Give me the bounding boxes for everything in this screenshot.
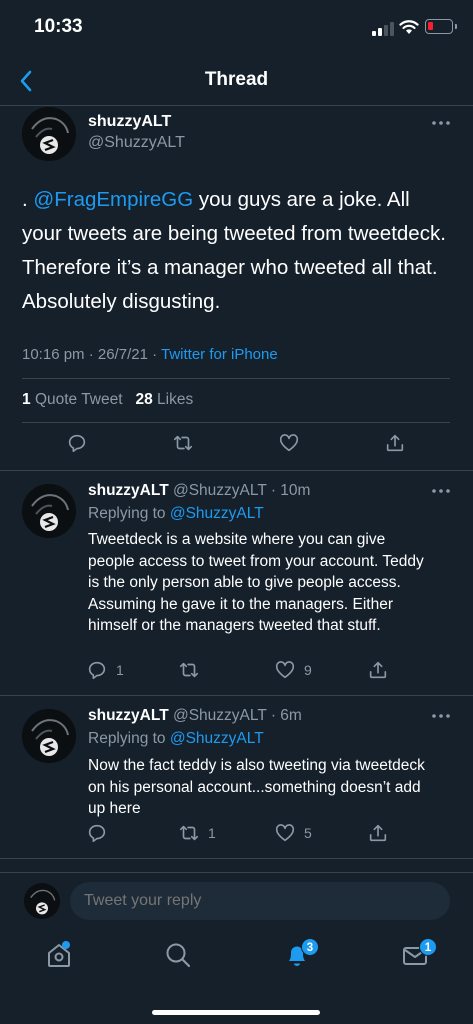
avatar (24, 883, 60, 919)
thread-header: Thread (0, 56, 473, 106)
likes-link[interactable]: 28 Likes (135, 391, 193, 408)
avatar[interactable] (22, 484, 76, 538)
retweet-count: 1 (208, 825, 216, 841)
home-indicator (152, 1010, 320, 1015)
like-button[interactable] (278, 432, 300, 454)
share-button[interactable] (367, 822, 389, 844)
like-count: 5 (304, 825, 312, 841)
more-icon[interactable] (431, 120, 451, 126)
likes-label: Likes (157, 391, 194, 408)
retweet-icon (179, 662, 199, 678)
messages-badge: 1 (419, 938, 437, 956)
replying-to: Replying to @ShuzzyALT (88, 505, 264, 523)
divider (0, 470, 473, 471)
avatar[interactable] (22, 709, 76, 763)
status-time: 10:33 (34, 16, 83, 37)
like-button[interactable]: 5 (274, 822, 312, 844)
tweet-timestamp: 10:16 pm · 26/7/21 · (22, 346, 161, 363)
reply-actions: 1 5 (0, 822, 473, 852)
home-unread-dot (62, 941, 70, 949)
tweet-stats: 1 Quote Tweet 28 Likes (22, 391, 193, 409)
reply-handle-time: @ShuzzyALT · 10m (172, 482, 311, 499)
search-icon (166, 943, 191, 968)
reply-handle-time: @ShuzzyALT · 6m (172, 707, 302, 724)
signal-icon (372, 22, 394, 36)
replying-to-link[interactable]: @ShuzzyALT (170, 505, 264, 522)
quote-count: 1 (22, 391, 31, 408)
tweet-source[interactable]: Twitter for iPhone (161, 346, 278, 363)
reply-icon (68, 434, 86, 453)
tab-home[interactable] (44, 940, 74, 974)
share-icon (369, 824, 387, 842)
share-button[interactable] (384, 432, 406, 454)
tab-messages[interactable]: 1 (400, 938, 437, 974)
replying-to: Replying to @ShuzzyALT (88, 730, 264, 748)
more-icon[interactable] (431, 713, 451, 719)
tweet-text-prefix: . (22, 188, 34, 211)
reply-input[interactable] (70, 882, 450, 920)
reply-button[interactable]: 1 (86, 659, 124, 681)
quote-label: Quote Tweet (34, 391, 123, 408)
author-name[interactable]: shuzzyALT (88, 113, 171, 131)
tweet-text: . @FragEmpireGG you guys are a joke. All… (22, 183, 454, 319)
main-tweet-actions (0, 432, 473, 462)
mention-link[interactable]: @FragEmpireGG (33, 188, 193, 211)
share-icon (386, 434, 404, 452)
like-count: 9 (304, 662, 312, 678)
like-icon (275, 661, 295, 679)
battery-icon (425, 19, 453, 34)
retweet-icon (179, 825, 199, 841)
retweet-icon (173, 435, 193, 451)
tab-search[interactable] (163, 940, 193, 974)
reply-text: Now the fact teddy is also tweeting via … (88, 757, 425, 817)
divider (0, 858, 473, 859)
reply-header: shuzzyALT @ShuzzyALT · 10m (88, 482, 310, 500)
reply-icon (88, 661, 106, 680)
page-title: Thread (204, 69, 269, 90)
tab-notifications[interactable]: 3 (282, 938, 319, 974)
retweet-button[interactable] (172, 432, 194, 454)
retweet-button[interactable]: 1 (178, 822, 216, 844)
replying-to-label: Replying to (88, 505, 170, 522)
reply-author-name[interactable]: shuzzyALT (88, 707, 169, 724)
reply-button[interactable] (66, 432, 88, 454)
reply-text: Tweetdeck is a website where you can giv… (88, 531, 424, 634)
quote-tweets-link[interactable]: 1 Quote Tweet (22, 391, 123, 408)
reply-icon (88, 824, 106, 843)
more-icon[interactable] (431, 488, 451, 494)
notifications-badge: 3 (301, 938, 319, 956)
like-icon (275, 824, 295, 842)
share-button[interactable] (367, 659, 389, 681)
like-button[interactable]: 9 (274, 659, 312, 681)
divider (22, 378, 450, 379)
likes-count: 28 (135, 391, 153, 408)
reply-header: shuzzyALT @ShuzzyALT · 6m (88, 707, 302, 725)
retweet-button[interactable] (178, 659, 208, 681)
divider (0, 695, 473, 696)
like-icon (279, 434, 299, 452)
status-bar: 10:33 (0, 0, 473, 56)
author-handle[interactable]: @ShuzzyALT (88, 134, 185, 152)
reply-button[interactable] (86, 822, 116, 844)
share-icon (369, 661, 387, 679)
divider (22, 422, 450, 423)
reply-author-name[interactable]: shuzzyALT (88, 482, 169, 499)
replying-to-link[interactable]: @ShuzzyALT (170, 730, 264, 747)
reply-count: 1 (116, 662, 124, 678)
tweet-meta: 10:16 pm · 26/7/21 · Twitter for iPhone (22, 346, 278, 363)
divider (0, 872, 473, 873)
wifi-icon (399, 20, 419, 34)
replying-to-label: Replying to (88, 730, 170, 747)
avatar[interactable] (22, 107, 76, 161)
reply-actions: 1 9 (0, 659, 473, 689)
